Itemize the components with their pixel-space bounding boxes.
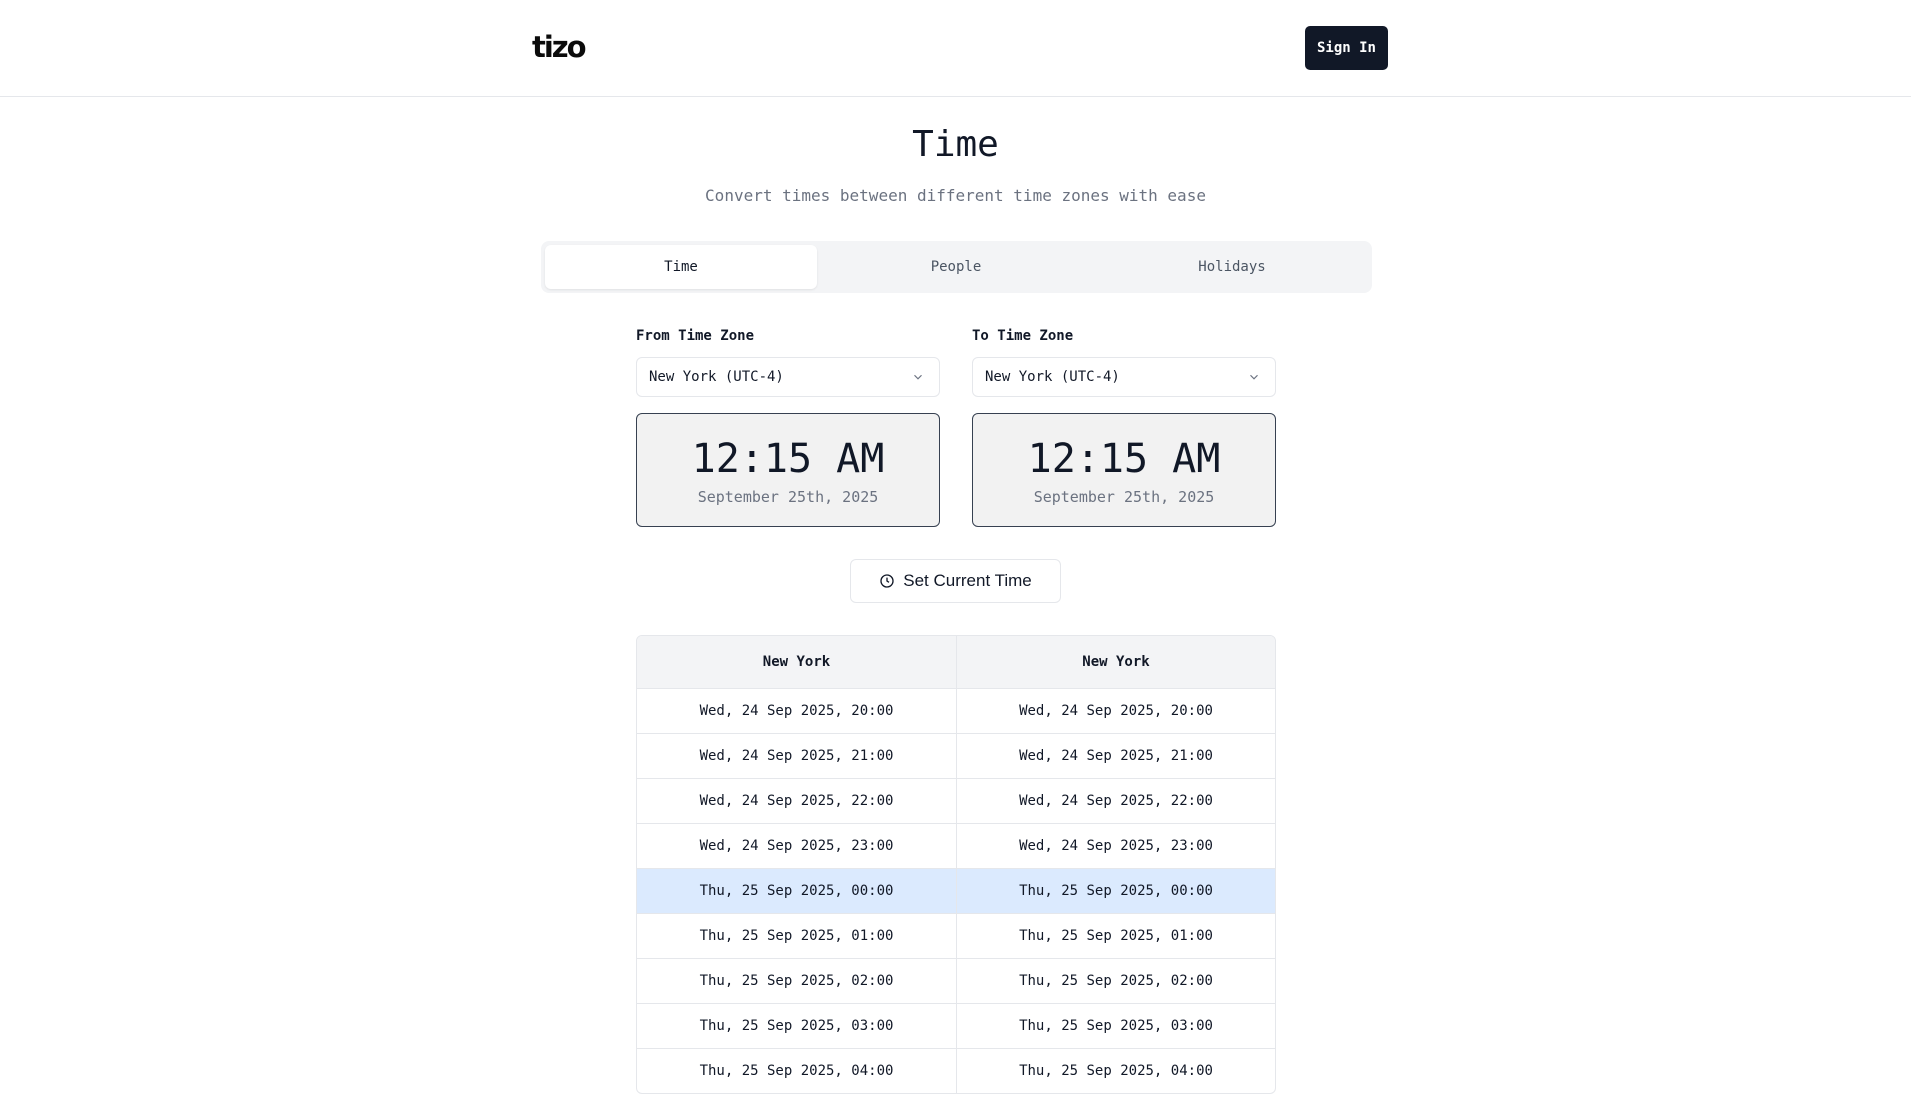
top-header: tizo Sign In bbox=[0, 0, 1911, 97]
logo[interactable]: tizo bbox=[532, 30, 587, 64]
tab-bar: Time People Holidays bbox=[541, 241, 1372, 293]
tab-holidays[interactable]: Holidays bbox=[1096, 245, 1368, 289]
from-time-cell: Wed, 24 Sep 2025, 21:00 bbox=[699, 748, 894, 764]
table-row[interactable]: Thu, 25 Sep 2025, 00:00 Thu, 25 Sep 2025,… bbox=[637, 868, 1275, 913]
to-time: 12:15 AM bbox=[1027, 436, 1221, 482]
from-timezone-select[interactable]: New York (UTC-4) bbox=[636, 357, 940, 397]
table-row[interactable]: Thu, 25 Sep 2025, 02:00 Thu, 25 Sep 2025,… bbox=[637, 958, 1275, 1003]
from-time-cell: Thu, 25 Sep 2025, 02:00 bbox=[699, 973, 894, 989]
to-time-cell: Wed, 24 Sep 2025, 22:00 bbox=[956, 779, 1275, 823]
to-time-cell: Thu, 25 Sep 2025, 03:00 bbox=[956, 1004, 1275, 1048]
to-time-cell: Wed, 24 Sep 2025, 23:00 bbox=[956, 824, 1275, 868]
tab-time[interactable]: Time bbox=[545, 245, 817, 289]
from-time-cell: Wed, 24 Sep 2025, 23:00 bbox=[699, 838, 894, 854]
time-comparison-table: New York New York Wed, 24 Sep 2025, 20:0… bbox=[636, 635, 1276, 1094]
page-title: Time bbox=[912, 124, 999, 165]
to-time-cell: Thu, 25 Sep 2025, 04:00 bbox=[956, 1049, 1275, 1093]
table-row[interactable]: Wed, 24 Sep 2025, 23:00 Wed, 24 Sep 2025,… bbox=[637, 823, 1275, 868]
from-timezone-label: From Time Zone bbox=[636, 328, 755, 344]
column-header-to: New York bbox=[956, 636, 1275, 688]
to-time-cell: Thu, 25 Sep 2025, 00:00 bbox=[956, 869, 1275, 913]
table-row[interactable]: Thu, 25 Sep 2025, 01:00 Thu, 25 Sep 2025,… bbox=[637, 913, 1275, 958]
set-current-time-label: Set Current Time bbox=[903, 571, 1032, 590]
column-header-from: New York bbox=[762, 654, 831, 670]
tab-people[interactable]: People bbox=[820, 245, 1092, 289]
from-time-display: 12:15 AM September 25th, 2025 bbox=[636, 413, 940, 527]
from-date: September 25th, 2025 bbox=[697, 488, 879, 506]
from-time: 12:15 AM bbox=[691, 436, 885, 482]
to-time-cell: Thu, 25 Sep 2025, 01:00 bbox=[956, 914, 1275, 958]
table-header-row: New York New York bbox=[637, 636, 1275, 688]
from-time-cell: Thu, 25 Sep 2025, 00:00 bbox=[699, 883, 894, 899]
from-timezone-value: New York (UTC-4) bbox=[649, 369, 784, 385]
chevron-down-icon bbox=[914, 374, 922, 380]
to-time-cell: Wed, 24 Sep 2025, 20:00 bbox=[956, 689, 1275, 733]
page-subtitle: Convert times between different time zon… bbox=[705, 186, 1206, 205]
from-time-cell: Thu, 25 Sep 2025, 01:00 bbox=[699, 928, 894, 944]
to-timezone-select[interactable]: New York (UTC-4) bbox=[972, 357, 1276, 397]
clock-icon bbox=[880, 574, 894, 588]
to-time-display: 12:15 AM September 25th, 2025 bbox=[972, 413, 1276, 527]
from-time-cell: Thu, 25 Sep 2025, 04:00 bbox=[699, 1063, 894, 1079]
set-current-time-button[interactable]: Set Current Time bbox=[850, 559, 1061, 603]
table-row[interactable]: Wed, 24 Sep 2025, 21:00 Wed, 24 Sep 2025,… bbox=[637, 733, 1275, 778]
from-time-cell: Thu, 25 Sep 2025, 03:00 bbox=[699, 1018, 894, 1034]
sign-in-button[interactable]: Sign In bbox=[1305, 26, 1388, 70]
to-time-cell: Thu, 25 Sep 2025, 02:00 bbox=[956, 959, 1275, 1003]
table-row[interactable]: Wed, 24 Sep 2025, 22:00 Wed, 24 Sep 2025,… bbox=[637, 778, 1275, 823]
from-time-cell: Wed, 24 Sep 2025, 22:00 bbox=[699, 793, 894, 809]
table-row[interactable]: Thu, 25 Sep 2025, 03:00 Thu, 25 Sep 2025,… bbox=[637, 1003, 1275, 1048]
from-time-cell: Wed, 24 Sep 2025, 20:00 bbox=[699, 703, 894, 719]
to-timezone-label: To Time Zone bbox=[972, 328, 1074, 344]
table-row[interactable]: Wed, 24 Sep 2025, 20:00 Wed, 24 Sep 2025,… bbox=[637, 688, 1275, 733]
to-time-cell: Wed, 24 Sep 2025, 21:00 bbox=[956, 734, 1275, 778]
chevron-down-icon bbox=[1250, 374, 1258, 380]
to-timezone-value: New York (UTC-4) bbox=[985, 369, 1120, 385]
to-date: September 25th, 2025 bbox=[1033, 488, 1215, 506]
